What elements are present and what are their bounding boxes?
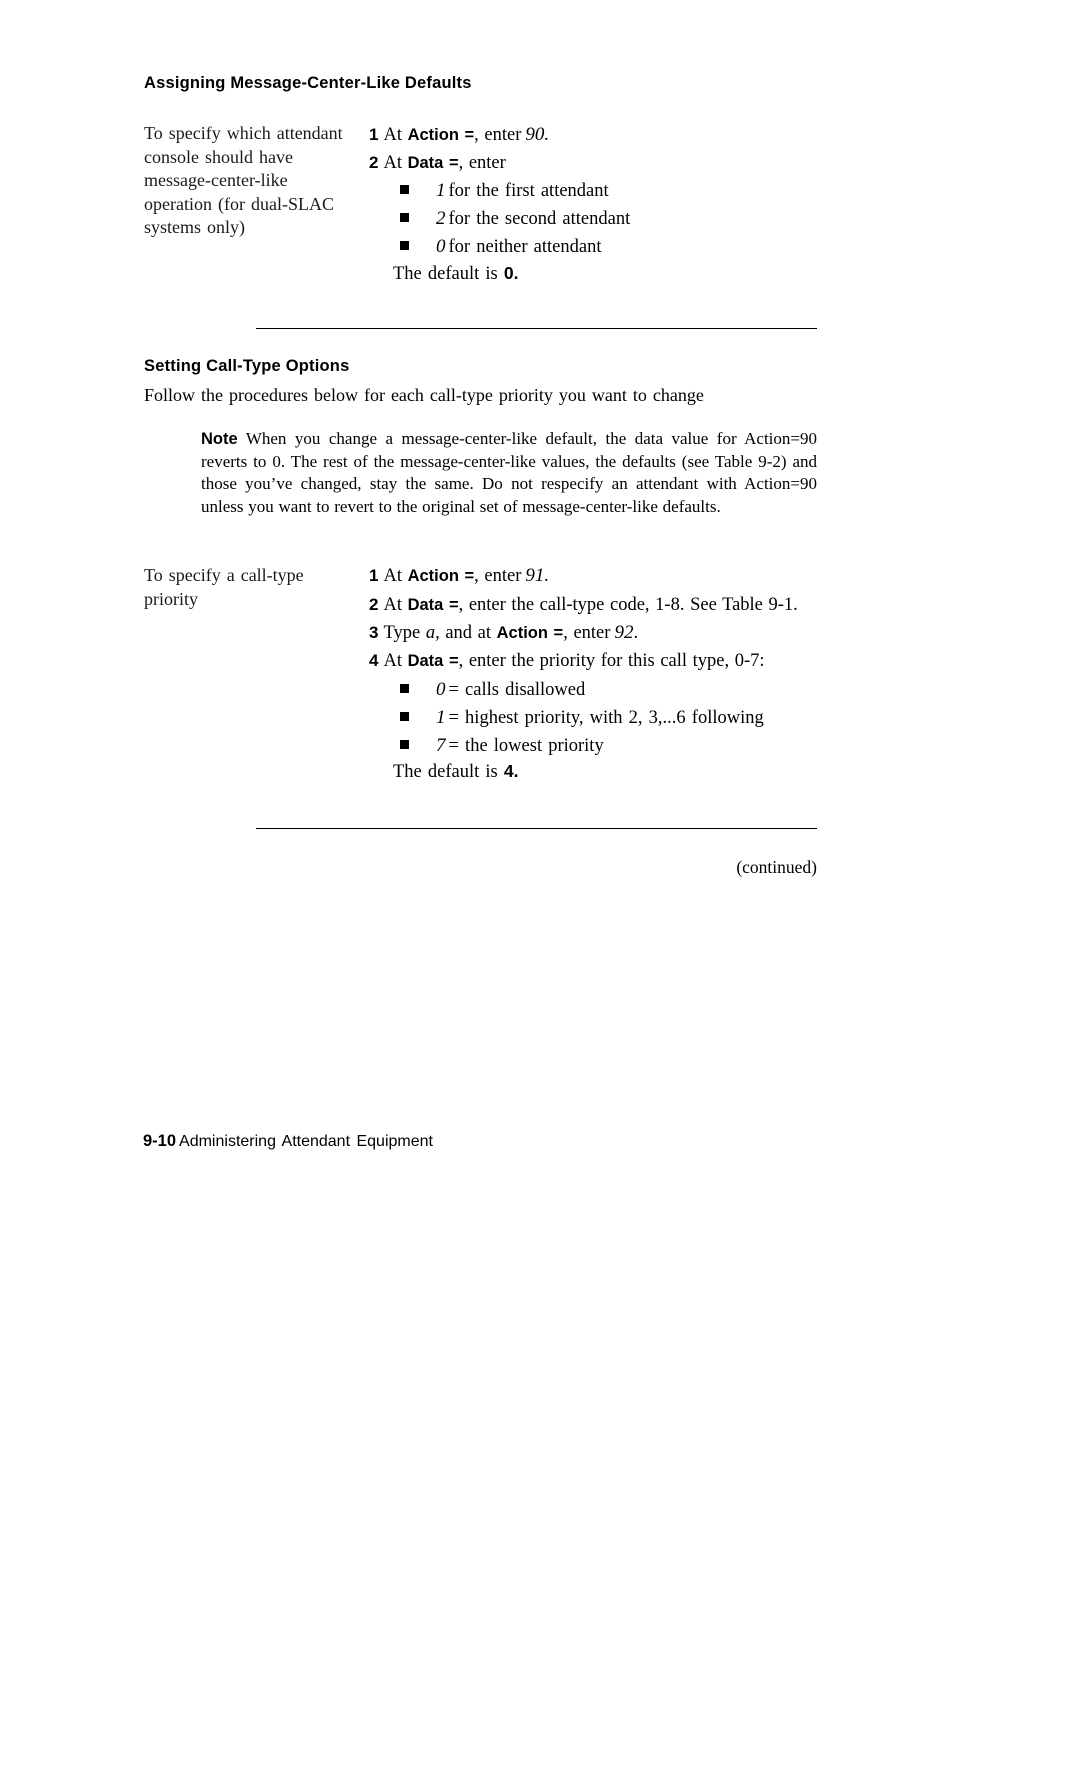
default-value-line: The default is 4. (393, 761, 518, 783)
step-number: 1 (369, 566, 379, 585)
field-keyword-data: Data = (407, 652, 459, 670)
step-pre: At (383, 566, 402, 586)
step-value: 92 (614, 622, 634, 643)
note-block: Note When you change a message-center-li… (201, 428, 817, 518)
default-label: The default is (393, 264, 498, 284)
step-mid: , enter (458, 153, 506, 173)
footer-title: Administering Attendant Equipment (179, 1133, 433, 1150)
square-bullet-icon (400, 185, 409, 194)
step-2-data-enter: 2 At Data =, enter (369, 151, 506, 175)
step-mid: , enter the priority for this call type,… (458, 651, 765, 671)
section-divider-bottom (256, 828, 817, 829)
step-1-action-90: 1 At Action =, enter 90. (369, 123, 549, 147)
side-label-specify-call-type-priority: To specify a call-type priority (144, 565, 304, 609)
bullet-text: for neither attendant (448, 237, 602, 257)
field-keyword-action: Action = (407, 567, 475, 585)
bullet-item: 2 for the second attendant (400, 207, 630, 231)
default-value: 0. (503, 263, 519, 283)
step-number: 1 (369, 125, 379, 144)
bullet-item: 7 = the lowest priority (400, 734, 604, 758)
default-value-line: The default is 0. (393, 263, 518, 285)
default-label: The default is (393, 762, 498, 782)
bullet-value: 0 (436, 236, 446, 257)
step-mid: , enter (474, 566, 522, 586)
step-number: 3 (369, 623, 379, 642)
section-divider (256, 328, 817, 329)
bullet-text: = calls disallowed (448, 680, 586, 700)
step-mid: , enter (474, 125, 522, 145)
bullet-text: for the second attendant (448, 209, 631, 229)
step-pre: At (383, 651, 402, 671)
continued-label: (continued) (736, 857, 817, 877)
document-page: Assigning Message-Center-Like Defaults T… (0, 0, 1080, 1767)
section-heading-setting-call-type-options: Setting Call-Type Options (144, 357, 350, 375)
bullet-value: 1 (436, 180, 446, 201)
square-bullet-icon (400, 684, 409, 693)
bullet-item: 0 = calls disallowed (400, 678, 585, 702)
field-keyword-data: Data = (407, 154, 459, 172)
bullet-text: = highest priority, with 2, 3,...6 follo… (448, 708, 764, 728)
step-value: 90. (525, 124, 550, 145)
note-text: When you change a message-center-like de… (201, 429, 817, 516)
step-1-action-91: 1 At Action =, enter 91. (369, 564, 549, 588)
step-2-data-call-type-code: 2 At Data =, enter the call-type code, 1-… (369, 593, 798, 617)
bullet-value: 1 (436, 707, 446, 728)
step-pre: Type (383, 623, 421, 643)
step-pre: At (383, 125, 402, 145)
step-4-data-priority: 4 At Data =, enter the priority for this … (369, 649, 765, 673)
step-mid2: , and at (435, 623, 492, 643)
bullet-item: 0 for neither attendant (400, 235, 602, 259)
step-pre: At (383, 153, 402, 173)
bullet-item: 1 for the first attendant (400, 179, 609, 203)
bullet-value: 7 (436, 735, 446, 756)
default-value: 4. (503, 761, 519, 781)
section-heading-assigning-defaults: Assigning Message-Center-Like Defaults (144, 74, 472, 92)
note-label: Note (201, 430, 238, 448)
step-3-type-a-action-92: 3 Type a, and at Action =, enter 92. (369, 621, 638, 645)
step-italic-literal: a (425, 623, 436, 643)
step-mid: , enter (563, 623, 611, 643)
square-bullet-icon (400, 712, 409, 721)
step-number: 4 (369, 651, 379, 670)
square-bullet-icon (400, 213, 409, 222)
field-keyword-data: Data = (407, 596, 459, 614)
step-value: 91. (525, 565, 550, 586)
step-post: . (633, 623, 639, 643)
intro-paragraph: Follow the procedures below for each cal… (144, 385, 704, 405)
step-number: 2 (369, 595, 379, 614)
field-keyword-action: Action = (496, 624, 564, 642)
step-number: 2 (369, 153, 379, 172)
step-mid: , enter the call-type code, 1-8. See Tab… (458, 595, 798, 615)
footer-page-number: 9-10 (143, 1132, 177, 1150)
side-label-specify-attendant-console: To specify which attendant console shoul… (144, 123, 343, 237)
bullet-item: 1 = highest priority, with 2, 3,...6 foll… (400, 706, 764, 730)
step-pre: At (383, 595, 402, 615)
bullet-value: 0 (436, 679, 446, 700)
square-bullet-icon (400, 740, 409, 749)
field-keyword-action: Action = (407, 126, 475, 144)
bullet-value: 2 (436, 208, 446, 229)
square-bullet-icon (400, 241, 409, 250)
bullet-text: for the first attendant (448, 181, 609, 201)
bullet-text: = the lowest priority (448, 736, 604, 756)
page-footer: 9-10 Administering Attendant Equipment (143, 1131, 433, 1151)
